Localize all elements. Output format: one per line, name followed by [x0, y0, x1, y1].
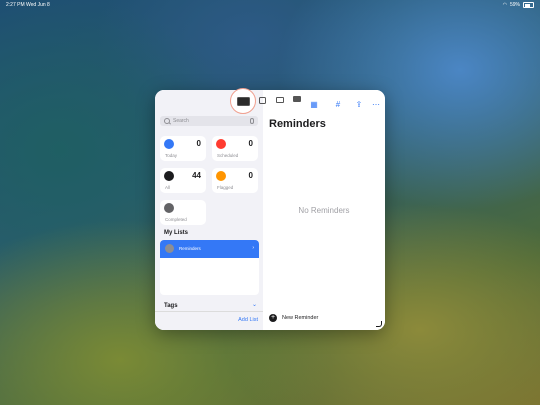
tray-icon [164, 171, 174, 181]
today-count: 0 [196, 139, 201, 148]
full-screen-button[interactable] [230, 88, 256, 114]
today-label: Today [165, 153, 178, 158]
battery-icon [523, 2, 534, 8]
plus-icon: + [269, 314, 277, 322]
list-name: Reminders [179, 246, 201, 251]
reminders-window: Search 0 Today 0 Scheduled 44 All 0 Flag… [155, 90, 385, 330]
list-icon [165, 244, 174, 253]
resize-handle-icon[interactable] [376, 321, 382, 327]
smart-list-today[interactable]: 0 Today [160, 136, 206, 161]
more-icon[interactable]: ⋯ [371, 100, 381, 110]
smart-list-scheduled[interactable]: 0 Scheduled [212, 136, 258, 161]
smart-list-all[interactable]: 44 All [160, 168, 206, 193]
lists-container: Reminders › [160, 240, 259, 295]
stage-manager-icon[interactable] [293, 96, 301, 102]
status-right: ◠ 59% [503, 2, 534, 8]
calendar-icon [164, 139, 174, 149]
chevron-down-icon[interactable]: ⌄ [252, 301, 257, 308]
new-reminder-button[interactable]: + New Reminder [269, 314, 318, 322]
flag-icon [216, 171, 226, 181]
hashtag-icon[interactable]: # [333, 100, 343, 110]
my-lists-heading: My Lists [164, 230, 189, 236]
share-icon[interactable]: ⇪ [354, 100, 364, 110]
sidebar: Search 0 Today 0 Scheduled 44 All 0 Flag… [155, 90, 264, 330]
sidebar-footer: Add List [155, 311, 263, 330]
search-icon [164, 118, 170, 124]
scheduled-count: 0 [248, 139, 253, 148]
add-list-button[interactable]: Add List [238, 317, 258, 323]
smart-list-completed[interactable]: Completed [160, 200, 206, 225]
list-item-reminders[interactable]: Reminders › [160, 240, 259, 258]
battery-percent: 59% [509, 2, 520, 8]
scheduled-label: Scheduled [217, 153, 239, 158]
all-count: 44 [192, 171, 201, 180]
wifi-icon: ◠ [502, 2, 507, 8]
empty-state-message: No Reminders [298, 206, 350, 215]
main-pane: ▦ # ⇪ ⋯ Reminders No Reminders + New Rem… [263, 90, 385, 330]
full-screen-icon [237, 97, 250, 106]
page-title: Reminders [269, 118, 326, 130]
smart-list-flagged[interactable]: 0 Flagged [212, 168, 258, 193]
calendar-clock-icon [216, 139, 226, 149]
microphone-icon[interactable] [249, 118, 254, 124]
search-field[interactable]: Search [160, 116, 258, 126]
flagged-label: Flagged [217, 185, 234, 190]
new-reminder-label: New Reminder [282, 315, 319, 321]
search-placeholder: Search [173, 118, 189, 124]
tags-heading: Tags [164, 303, 178, 309]
calendar-icon[interactable]: ▦ [309, 100, 319, 110]
status-bar: 2:27 PM Wed Jun 8 ◠ 59% [0, 0, 540, 10]
slide-over-icon[interactable] [276, 97, 284, 103]
chevron-right-icon: › [252, 245, 254, 251]
multitasking-menu [230, 88, 308, 114]
split-view-icon[interactable] [259, 97, 266, 104]
completed-label: Completed [165, 217, 187, 222]
flagged-count: 0 [248, 171, 253, 180]
status-time-date: 2:27 PM Wed Jun 8 [6, 2, 50, 8]
all-label: All [165, 185, 171, 190]
checkmark-icon [164, 203, 174, 213]
